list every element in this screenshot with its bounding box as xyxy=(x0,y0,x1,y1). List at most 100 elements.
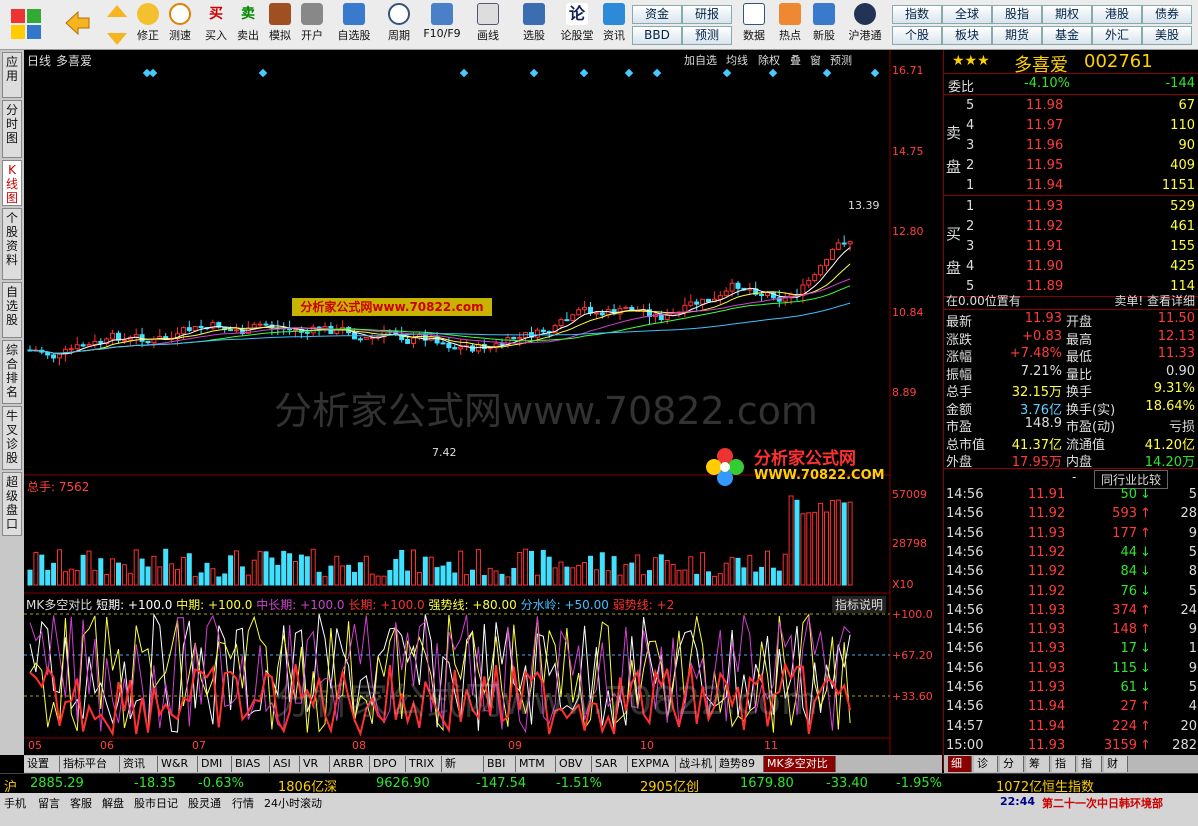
updown-icon[interactable] xyxy=(104,3,130,47)
tick-list[interactable]: 14:56 11.91 50 ↓ 5 14:56 11.92 593 ↑ 28 14:56 11.93… xyxy=(944,487,1198,755)
fund-button[interactable]: 资金 xyxy=(632,5,682,24)
tab-watchlist[interactable]: 自选股 xyxy=(2,282,22,338)
single-stock-button[interactable]: 个股 xyxy=(892,26,942,45)
menu-gulingtong[interactable]: 股灵通 xyxy=(188,795,221,811)
index-button[interactable]: 指数 xyxy=(892,5,942,24)
indicator-tab-0[interactable]: 设置 xyxy=(24,756,60,772)
indicator-tab-18[interactable]: 趋势89 xyxy=(716,756,764,772)
quote-tab-0[interactable]: 细 xyxy=(948,756,972,772)
f10-button[interactable]: F10/F9 xyxy=(422,3,462,47)
us-stock-button[interactable]: 美股 xyxy=(1142,26,1192,45)
indicator-tab-15[interactable]: SAR xyxy=(592,756,628,772)
tab-kline[interactable]: K线图 xyxy=(2,160,22,206)
bbd-button[interactable]: BBD xyxy=(632,26,682,45)
buy-level-row[interactable]: 4 11.90 425 xyxy=(944,259,1198,278)
open-account-button[interactable]: 开户 xyxy=(298,3,326,47)
logo-icon[interactable] xyxy=(4,3,48,47)
tab-level2[interactable]: 超级盘口 xyxy=(2,472,22,536)
draw-button[interactable]: 画线 xyxy=(470,3,506,47)
banner-ad[interactable]: 分析家公式网www.70822.com xyxy=(292,298,492,316)
indicator-tab-1[interactable]: 指标平台 xyxy=(60,756,120,772)
menu-message[interactable]: 留言 xyxy=(38,795,60,811)
indicator-tab-10[interactable]: TRIX xyxy=(406,756,442,772)
info-button[interactable]: 资讯 xyxy=(600,3,628,47)
tab-intraday[interactable]: 分时图 xyxy=(2,100,22,158)
forum-button[interactable]: 论 论股堂 xyxy=(558,3,596,47)
indicator-title[interactable]: MK多空对比 xyxy=(26,598,92,612)
indicator-tab-16[interactable]: EXPMA xyxy=(628,756,676,772)
hk-connect-button[interactable]: 沪港通 xyxy=(844,3,886,47)
kline-chart[interactable]: 日线 多喜爱 加自选 均线 除权 叠 窗 预测 16.71 14.75 12.8… xyxy=(24,50,942,770)
indicator-tab-7[interactable]: VR xyxy=(300,756,330,772)
menu-24h[interactable]: 24小时滚动 xyxy=(264,795,322,811)
speed-button[interactable]: 测速 xyxy=(166,3,194,47)
quote-tab-2[interactable]: 分 xyxy=(1000,756,1024,772)
window-button[interactable]: 窗 xyxy=(810,52,821,68)
detail-link[interactable]: 卖单! 查看详细 xyxy=(1114,292,1195,309)
tab-diagnose[interactable]: 牛叉诊股 xyxy=(2,406,22,470)
forex-button[interactable]: 外汇 xyxy=(1092,26,1142,45)
indicator-tab-19[interactable]: MK多空对比 xyxy=(764,756,836,772)
data-button[interactable]: 数据 xyxy=(738,3,770,47)
sell-level-row[interactable]: 2 11.95 409 xyxy=(944,158,1198,177)
menu-mobile[interactable]: 手机 xyxy=(4,795,26,811)
indicator-tab-3[interactable]: W&R xyxy=(158,756,198,772)
sell-level-row[interactable]: 5 11.98 67 xyxy=(944,98,1198,117)
new-stock-button[interactable]: 新股 xyxy=(808,3,840,47)
sell-level-row[interactable]: 1 11.94 1151 xyxy=(944,178,1198,197)
indicator-tab-5[interactable]: BIAS xyxy=(232,756,270,772)
stock-pick-button[interactable]: 选股 xyxy=(514,3,554,47)
exright-button[interactable]: 除权 xyxy=(758,52,780,68)
fund2-button[interactable]: 基金 xyxy=(1042,26,1092,45)
quote-tab-4[interactable]: 指 xyxy=(1052,756,1076,772)
indicator-tab-9[interactable]: DPO xyxy=(370,756,406,772)
simulate-button[interactable]: 模拟 xyxy=(266,3,294,47)
tab-apps[interactable]: 应用 xyxy=(2,52,22,98)
sector-button[interactable]: 板块 xyxy=(942,26,992,45)
buy-button[interactable]: 买 买入 xyxy=(202,3,230,47)
buy-level-row[interactable]: 2 11.92 461 xyxy=(944,219,1198,238)
indicator-tab-14[interactable]: OBV xyxy=(556,756,592,772)
watchlist-button[interactable]: 自选股 xyxy=(334,3,374,47)
quote-tab-1[interactable]: 诊 xyxy=(974,756,998,772)
menu-analysis[interactable]: 解盘 xyxy=(102,795,124,811)
bond-button[interactable]: 债券 xyxy=(1142,5,1192,24)
sell-level-row[interactable]: 3 11.96 90 xyxy=(944,138,1198,157)
tab-ranking[interactable]: 综合排名 xyxy=(2,340,22,404)
quote-tab-3[interactable]: 筹 xyxy=(1026,756,1050,772)
index-futures-button[interactable]: 股指 xyxy=(992,5,1042,24)
indicator-tab-6[interactable]: ASI xyxy=(270,756,300,772)
indicator-tab-4[interactable]: DMI xyxy=(198,756,232,772)
options-button[interactable]: 期权 xyxy=(1042,5,1092,24)
buy-level-row[interactable]: 1 11.93 529 xyxy=(944,199,1198,218)
fix-button[interactable]: 修正 xyxy=(134,3,162,47)
hk-stock-button[interactable]: 港股 xyxy=(1092,5,1142,24)
tab-profile[interactable]: 个股资料 xyxy=(2,208,22,280)
indicator-tab-12[interactable]: BBI xyxy=(484,756,516,772)
add-watch-button[interactable]: 加自选 xyxy=(684,52,717,68)
indicator-tab-8[interactable]: ARBR xyxy=(330,756,370,772)
hot-button[interactable]: 热点 xyxy=(774,3,806,47)
quote-tab-6[interactable]: 财 xyxy=(1104,756,1128,772)
indicator-tab-17[interactable]: 战斗机 xyxy=(676,756,716,772)
indicator-tab-13[interactable]: MTM xyxy=(516,756,556,772)
menu-quotes[interactable]: 行情 xyxy=(232,795,254,811)
period-button[interactable]: 周期 xyxy=(380,3,418,47)
news-ticker[interactable]: 第二十一次中日韩环境部 xyxy=(1042,795,1163,811)
indicator-tab-11[interactable]: 新DMA xyxy=(442,756,484,785)
overlay-button[interactable]: 叠 xyxy=(790,52,801,68)
global-button[interactable]: 全球 xyxy=(942,5,992,24)
back-button[interactable] xyxy=(60,3,94,47)
menu-diary[interactable]: 股市日记 xyxy=(134,795,178,811)
sell-level-row[interactable]: 4 11.97 110 xyxy=(944,118,1198,137)
indicator-tab-2[interactable]: 资讯 xyxy=(120,756,158,772)
futures-button[interactable]: 期货 xyxy=(992,26,1042,45)
research-button[interactable]: 研报 xyxy=(682,5,732,24)
menu-service[interactable]: 客服 xyxy=(70,795,92,811)
indicator-help-button[interactable]: 指标说明 xyxy=(832,596,887,613)
ma-button[interactable]: 均线 xyxy=(726,52,748,68)
buy-level-row[interactable]: 3 11.91 155 xyxy=(944,239,1198,258)
sell-button[interactable]: 卖 卖出 xyxy=(234,3,262,47)
quote-tab-5[interactable]: 指 xyxy=(1078,756,1102,772)
forecast-button[interactable]: 预测 xyxy=(682,26,732,45)
